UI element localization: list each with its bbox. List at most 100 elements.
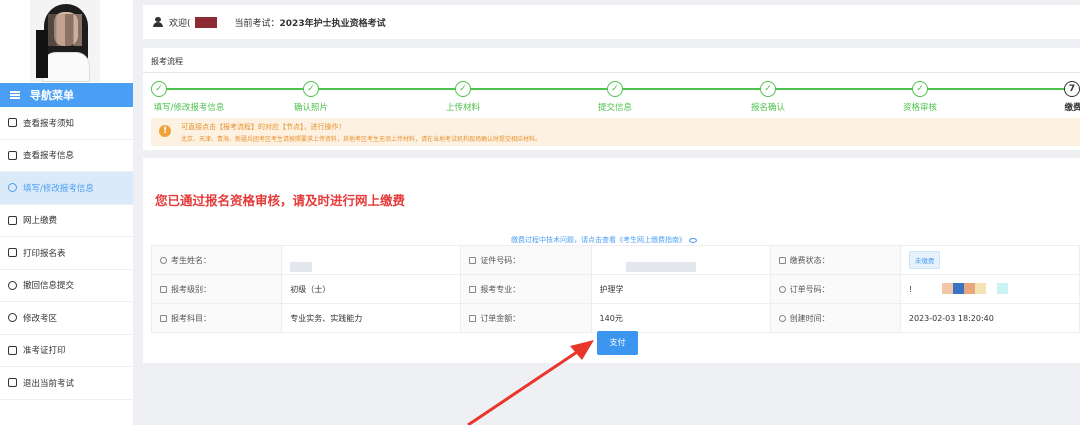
table-row: 报考级别： 初级（士） 报考专业： 护理学 订单号码： ! bbox=[150, 274, 1080, 304]
order-no-label-cell: 订单号码： bbox=[769, 274, 901, 304]
payment-guide-text[interactable]: 缴费过程中技术问题，请点击查看《考生网上缴费指南》 bbox=[511, 236, 686, 244]
redacted-id bbox=[625, 262, 696, 272]
sidebar-item-label: 退出当前考试 bbox=[23, 378, 75, 389]
sidebar-item-print-form[interactable]: 打印报名表 bbox=[0, 237, 133, 270]
sidebar-item-edit-info[interactable]: 填写/修改报考信息 bbox=[0, 172, 133, 205]
step-1-node[interactable]: ✓ bbox=[151, 81, 167, 97]
name-label: 考生姓名： bbox=[171, 255, 211, 265]
major-label: 报考专业： bbox=[480, 284, 521, 294]
notice-line-2: 北京、天津、青海、新疆兵团考区考生请按照要求上传资料，其他考区考生无须上传材料，… bbox=[181, 136, 542, 143]
current-exam-label: 当前考试： bbox=[234, 18, 280, 29]
step-6-label[interactable]: 资格审核 bbox=[903, 101, 937, 113]
id-value bbox=[590, 245, 771, 275]
sidebar-item-label: 打印报名表 bbox=[23, 248, 66, 259]
pay-status-badge: 未缴费 bbox=[908, 251, 941, 269]
step-4-label[interactable]: 提交信息 bbox=[598, 101, 632, 113]
pay-status-label-cell: 缴费状态： bbox=[769, 245, 901, 275]
step-5-node[interactable]: ✓ bbox=[760, 81, 776, 97]
sidebar: 导航菜单 查看报考须知 查看报考信息 填写/修改报考信息 网上缴费 打印报名表 … bbox=[0, 0, 133, 425]
list-icon bbox=[160, 314, 167, 322]
created-value: 2023-02-03 18:20:40 bbox=[899, 303, 1080, 333]
process-title: 报考流程 bbox=[151, 57, 183, 66]
created-label-cell: 创建时间： bbox=[769, 303, 901, 333]
top-bar: 欢迎( 当前考试： 2023年护士执业资格考试 bbox=[143, 5, 1080, 39]
check-circle-icon bbox=[8, 183, 17, 193]
step-7-label[interactable]: 缴费 bbox=[1064, 101, 1080, 113]
nav-menu-header: 导航菜单 bbox=[0, 83, 133, 107]
major-label-cell: 报考专业： bbox=[460, 274, 592, 304]
process-panel: 报考流程 ✓ ✓ ✓ ✓ ✓ ✓ 7 填写/修改报考信息 确认照片 上传材料 提… bbox=[143, 48, 1080, 150]
created-label: 创建时间： bbox=[789, 313, 830, 323]
settings-icon bbox=[778, 285, 786, 293]
list-icon bbox=[160, 285, 167, 293]
message-icon bbox=[8, 118, 17, 128]
notice-banner: ! 可直接点击【报考流程】的对应【节点】，进行操作！ 北京、天津、青海、新疆兵团… bbox=[151, 118, 1080, 146]
payment-panel: 您已通过报名资格审核，请及时进行网上缴费 缴费过程中技术问题，请点击查看《考生网… bbox=[143, 158, 1080, 363]
sidebar-item-exit-exam[interactable]: 退出当前考试 bbox=[0, 367, 133, 400]
table-row: 报考科目： 专业实务、实践能力 订单金额： 140元 创建时间： 2023-02… bbox=[150, 303, 1080, 333]
amount-label: 订单金额： bbox=[480, 313, 521, 323]
sidebar-item-view-info[interactable]: 查看报考信息 bbox=[0, 140, 133, 172]
amount-value: 140元 bbox=[590, 303, 771, 333]
notice-line-1: 可直接点击【报考流程】的对应【节点】，进行操作！ bbox=[181, 123, 346, 131]
menu-icon bbox=[10, 91, 20, 99]
sidebar-item-change-area[interactable]: 修改考区 bbox=[0, 302, 133, 335]
sidebar-item-label: 网上缴费 bbox=[23, 216, 58, 227]
sidebar-item-label: 准考证打印 bbox=[23, 346, 66, 357]
nav-list: 查看报考须知 查看报考信息 填写/修改报考信息 网上缴费 打印报名表 撤回信息提… bbox=[0, 107, 133, 400]
order-no-value: ! bbox=[899, 274, 1080, 304]
step-3-label[interactable]: 上传材料 bbox=[446, 101, 480, 113]
level-label-cell: 报考级别： bbox=[150, 274, 283, 304]
eye-icon bbox=[689, 237, 697, 243]
refresh-icon bbox=[8, 280, 17, 290]
sidebar-item-label: 查看报考须知 bbox=[23, 118, 75, 129]
level-value: 初级（士） bbox=[281, 274, 462, 304]
redacted-order-number bbox=[942, 282, 1009, 296]
id-label-cell: 证件号码： bbox=[460, 245, 592, 275]
nav-menu-title: 导航菜单 bbox=[30, 89, 74, 102]
step-7-node[interactable]: 7 bbox=[1064, 81, 1080, 97]
phone-icon bbox=[778, 256, 786, 264]
step-2-node[interactable]: ✓ bbox=[303, 81, 319, 97]
list-icon bbox=[469, 285, 477, 293]
welcome-text: 欢迎( bbox=[169, 18, 191, 29]
step-4-node[interactable]: ✓ bbox=[607, 81, 623, 97]
amount-label-cell: 订单金额： bbox=[460, 303, 592, 333]
warning-icon: ! bbox=[159, 125, 171, 137]
sidebar-item-withdraw[interactable]: 撤回信息提交 bbox=[0, 270, 133, 302]
table-row: 考生姓名： 证件号码： 缴费状态： 未缴费 bbox=[150, 245, 1080, 275]
redacted-username bbox=[194, 16, 217, 28]
name-label-cell: 考生姓名： bbox=[150, 245, 283, 275]
print-icon bbox=[8, 248, 17, 258]
redacted-name bbox=[290, 262, 313, 272]
sidebar-item-notice[interactable]: 查看报考须知 bbox=[0, 107, 133, 140]
subject-label: 报考科目： bbox=[171, 313, 211, 323]
id-label: 证件号码： bbox=[480, 255, 521, 265]
step-1-label[interactable]: 填写/修改报考信息 bbox=[154, 101, 225, 113]
sidebar-item-online-payment[interactable]: 网上缴费 bbox=[0, 205, 133, 237]
step-3-node[interactable]: ✓ bbox=[455, 81, 471, 97]
current-exam-name: 2023年护士执业资格考试 bbox=[279, 18, 386, 29]
order-no-prefix: ! bbox=[908, 284, 913, 294]
name-value bbox=[281, 245, 462, 275]
exam-info-table: 考生姓名： 证件号码： 缴费状态： 未缴费 报考级别： 初级（士） 报考专业： … bbox=[150, 245, 1080, 333]
pay-status-label: 缴费状态： bbox=[789, 255, 830, 265]
payment-guide-link[interactable]: 缴费过程中技术问题，请点击查看《考生网上缴费指南》 bbox=[511, 235, 697, 245]
major-value: 护理学 bbox=[590, 274, 771, 304]
payment-icon bbox=[8, 215, 17, 225]
step-6-node[interactable]: ✓ bbox=[912, 81, 928, 97]
pay-button[interactable]: 支付 bbox=[597, 331, 638, 355]
sidebar-item-label: 查看报考信息 bbox=[23, 151, 75, 162]
subject-label-cell: 报考科目： bbox=[150, 303, 283, 333]
pay-status-value: 未缴费 bbox=[899, 245, 1080, 275]
pass-message: 您已通过报名资格审核，请及时进行网上缴费 bbox=[155, 193, 406, 208]
avatar-photo bbox=[30, 0, 100, 82]
user-icon bbox=[153, 17, 163, 27]
id-card-icon bbox=[469, 256, 477, 264]
step-5-label[interactable]: 报名确认 bbox=[751, 101, 785, 113]
sidebar-item-label: 修改考区 bbox=[23, 313, 58, 324]
sidebar-item-admission-ticket[interactable]: 准考证打印 bbox=[0, 335, 133, 367]
person-icon bbox=[160, 256, 167, 264]
step-2-label[interactable]: 确认照片 bbox=[294, 101, 328, 113]
clock-icon bbox=[778, 314, 786, 322]
